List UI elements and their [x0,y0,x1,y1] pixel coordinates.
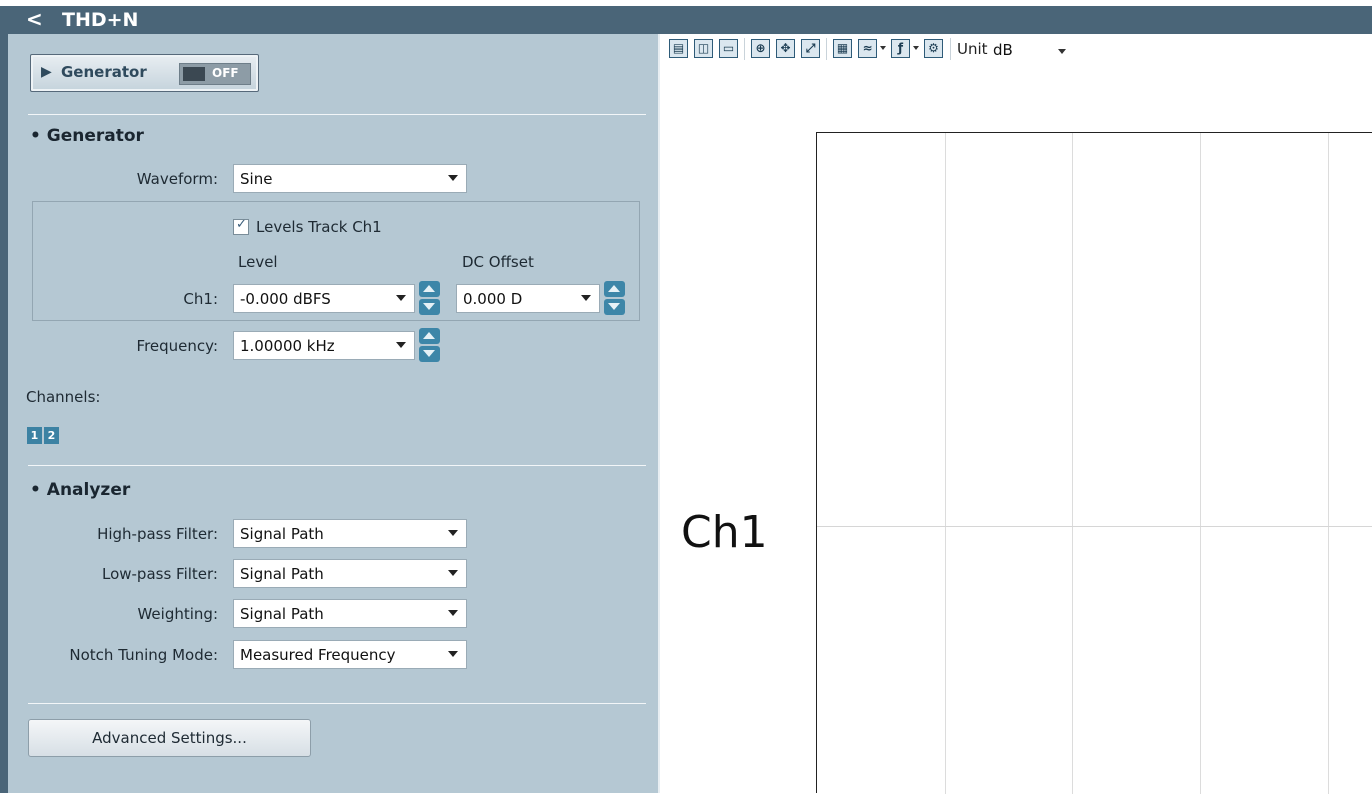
waveform-value: Sine [240,170,273,188]
advanced-settings-button[interactable]: Advanced Settings... [28,719,311,757]
generator-heading: • Generator [30,126,144,146]
up-arrow-icon[interactable] [419,328,440,344]
zoom-icon[interactable]: ⊕ [751,39,770,58]
save-icon[interactable]: ▤ [669,39,688,58]
chevron-down-icon [448,175,458,181]
frequency-label: Frequency: [136,337,218,355]
ch1-dc-offset-field[interactable]: 0.000 D [456,284,600,313]
graph-area[interactable] [816,132,1372,794]
toolbar-separator [950,38,951,60]
grid-line [1072,133,1073,794]
grid-line [945,133,946,794]
ch1-level-value: -0.000 dBFS [240,290,331,308]
page-title: THD+N [62,9,139,31]
chevron-down-icon [448,651,458,657]
level-header: Level [238,253,278,271]
generator-state-indicator: OFF [179,63,251,85]
notch-tuning-mode-label: Notch Tuning Mode: [69,646,218,664]
generator-button-label: Generator [61,63,147,81]
fit-icon[interactable]: ⤢ [801,39,820,58]
dc-offset-header: DC Offset [462,253,534,271]
frequency-value: 1.00000 kHz [240,337,335,355]
analyzer-heading: • Analyzer [30,480,131,500]
gear-icon[interactable]: ⚙ [924,39,943,58]
levels-track-label: Levels Track Ch1 [256,218,382,236]
play-icon: ▶ [41,64,52,80]
down-arrow-icon[interactable] [419,299,440,315]
graph-channel-label: Ch1 [681,507,768,558]
table-icon[interactable]: ▦ [833,39,852,58]
ch1-level-stepper[interactable] [419,281,440,315]
chevron-down-icon [581,295,591,301]
chevron-down-icon [1058,49,1066,54]
low-pass-filter-label: Low-pass Filter: [101,565,218,583]
pan-icon[interactable]: ✥ [776,39,795,58]
high-pass-filter-dropdown[interactable]: Signal Path [233,519,467,548]
print-icon[interactable]: ▭ [719,39,738,58]
dc-offset-stepper[interactable] [604,281,625,315]
frequency-field[interactable]: 1.00000 kHz [233,331,415,360]
chevron-down-icon [448,610,458,616]
low-pass-filter-value: Signal Path [240,565,324,583]
title-bar: < THD+N [0,6,1372,34]
weighting-dropdown[interactable]: Signal Path [233,599,467,628]
up-arrow-icon[interactable] [604,281,625,297]
ch1-level-field[interactable]: -0.000 dBFS [233,284,415,313]
levels-track-checkbox[interactable]: ✓ [233,217,249,235]
unit-label: Unit [957,40,988,58]
function-icon[interactable]: ƒ [891,39,910,58]
notch-tuning-mode-value: Measured Frequency [240,646,396,664]
toolbar-separator [826,38,827,60]
graph-icon[interactable]: ≈ [858,39,877,58]
channel-1-button[interactable]: 1 [27,427,42,444]
chevron-down-icon[interactable] [880,46,886,50]
down-arrow-icon[interactable] [419,346,440,362]
graph-toolbar: ▤ ◫ ▭ ⊕ ✥ ⤢ ▦ ≈ ƒ ⚙ Unit dB [660,34,1372,78]
checkmark-icon: ✓ [236,217,247,232]
grid-line [817,526,1372,527]
high-pass-filter-label: High-pass Filter: [97,525,218,543]
divider [28,703,646,704]
channel-2-button[interactable]: 2 [44,427,59,444]
low-pass-filter-dropdown[interactable]: Signal Path [233,559,467,588]
down-arrow-icon[interactable] [604,299,625,315]
state-square-icon [183,67,205,81]
notch-tuning-mode-dropdown[interactable]: Measured Frequency [233,640,467,669]
chevron-down-icon [448,530,458,536]
channels-label: Channels: [26,388,101,406]
chevron-down-icon[interactable] [913,46,919,50]
high-pass-filter-value: Signal Path [240,525,324,543]
advanced-settings-label: Advanced Settings... [92,729,247,747]
grid-line [1200,133,1201,794]
generator-toggle-button[interactable]: ▶ Generator OFF [30,54,259,92]
back-icon[interactable]: < [26,7,43,31]
divider [28,465,646,466]
waveform-label: Waveform: [136,170,218,188]
frequency-stepper[interactable] [419,328,440,362]
weighting-value: Signal Path [240,605,324,623]
chevron-down-icon [396,295,406,301]
chevron-down-icon [448,570,458,576]
toolbar-separator [744,38,745,60]
ch1-label: Ch1: [183,290,218,308]
left-edge-strip [0,34,8,793]
divider [28,114,646,115]
weighting-label: Weighting: [137,605,218,623]
copy-icon[interactable]: ◫ [694,39,713,58]
grid-line [1328,133,1329,794]
panel-divider [658,34,660,793]
unit-dropdown[interactable]: dB [991,39,1071,63]
unit-value: dB [993,41,1013,59]
chevron-down-icon [396,342,406,348]
settings-panel: ▶ Generator OFF • Generator Waveform: Si… [8,34,658,793]
generator-state-text: OFF [212,66,239,80]
waveform-dropdown[interactable]: Sine [233,164,467,193]
ch1-dc-offset-value: 0.000 D [463,290,523,308]
up-arrow-icon[interactable] [419,281,440,297]
